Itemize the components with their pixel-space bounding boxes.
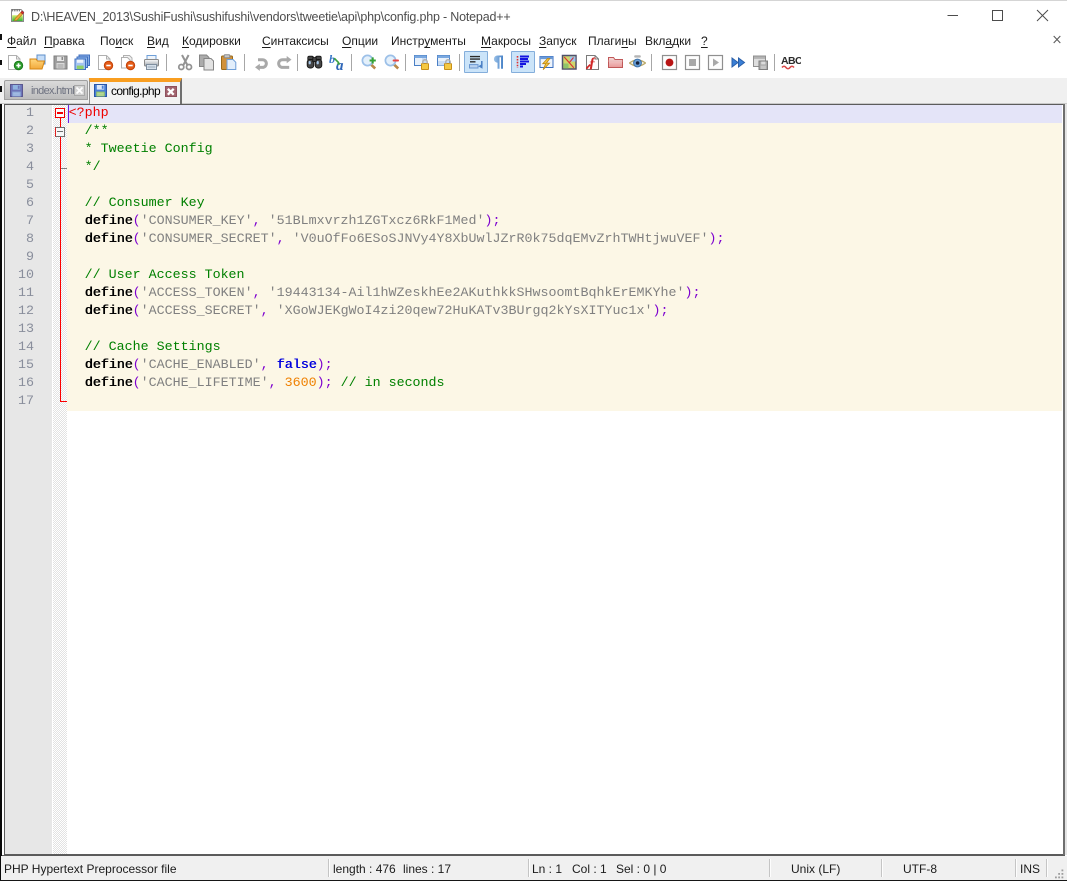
svg-text:ABC: ABC xyxy=(781,55,801,67)
svg-text:ƒ: ƒ xyxy=(589,55,597,71)
svg-text:b: b xyxy=(329,54,335,66)
